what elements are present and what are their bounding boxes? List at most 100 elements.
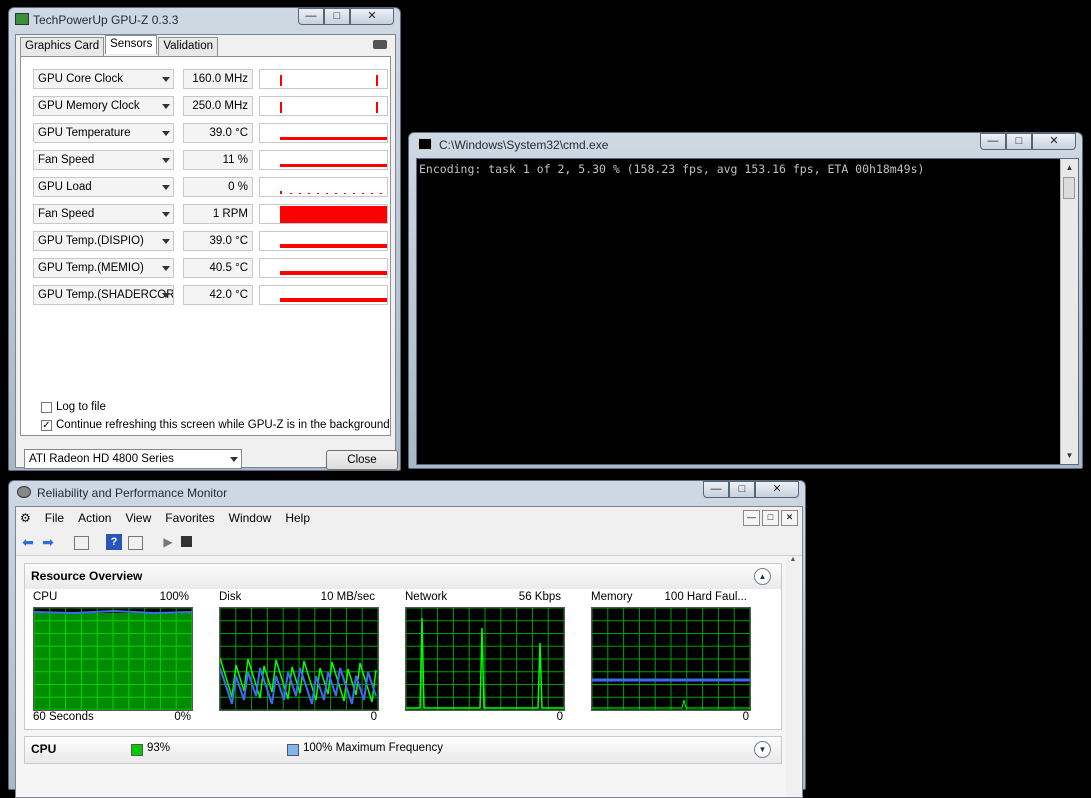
perfmon-titlebar[interactable]: Reliability and Performance Monitor — □ … — [9, 481, 805, 505]
sensor-row: Fan Speed 11 % — [33, 150, 388, 172]
sensor-value: 0 % — [183, 177, 253, 197]
mdi-close-button[interactable]: ✕ — [781, 510, 798, 526]
menu-action[interactable]: Action — [71, 511, 118, 525]
sensor-name-dropdown[interactable]: GPU Temp.(MEMIO) — [33, 258, 174, 278]
close-window-button[interactable]: ✕ — [755, 481, 799, 498]
scroll-down-icon[interactable]: ▼ — [1061, 447, 1078, 464]
menu-window[interactable]: Window — [222, 511, 279, 525]
back-arrow-icon[interactable]: ⬅ — [20, 534, 36, 550]
refresh-row[interactable]: ✓ Continue refreshing this screen while … — [41, 419, 390, 431]
sensor-name-dropdown[interactable]: GPU Load — [33, 177, 174, 197]
disk-graph-min: 0 — [370, 711, 377, 723]
console-output: Encoding: task 1 of 2, 5.30 % (158.23 fp… — [419, 162, 925, 176]
menu-file[interactable]: File — [38, 511, 71, 525]
stop-icon[interactable] — [179, 534, 195, 550]
content-scrollbar[interactable]: ▲ — [786, 556, 800, 797]
gpuz-client: Graphics Card Sensors Validation GPU Cor… — [15, 34, 398, 470]
maximize-button[interactable]: □ — [324, 8, 350, 25]
chevron-down-icon — [162, 104, 170, 109]
chevron-down-icon — [162, 239, 170, 244]
mdi-restore-button[interactable]: □ — [762, 510, 779, 526]
refresh-checkbox[interactable]: ✓ — [41, 419, 52, 431]
show-hide-tree-icon[interactable] — [74, 536, 89, 550]
sensor-graph — [259, 204, 388, 224]
gpuz-app-icon — [15, 13, 29, 25]
scroll-thumb[interactable] — [1063, 177, 1075, 199]
gpuz-tabs: Graphics Card Sensors Validation — [20, 35, 219, 56]
close-window-button[interactable]: ✕ — [1032, 133, 1076, 150]
resource-overview-header[interactable]: Resource Overview ▲ — [24, 563, 782, 591]
gpuz-title: TechPowerUp GPU-Z 0.3.3 — [33, 13, 179, 27]
graph-drawing — [219, 607, 379, 711]
chevron-down-icon — [162, 185, 170, 190]
scroll-up-icon[interactable]: ▲ — [1061, 159, 1078, 176]
expand-icon[interactable]: ▼ — [754, 741, 771, 758]
toolbar: ⬅ ➡ ? ▶ — [16, 529, 802, 556]
camera-icon[interactable] — [373, 40, 387, 49]
sensor-trace — [280, 191, 382, 194]
mdi-minimize-button[interactable]: — — [743, 510, 760, 526]
tab-graphics-card[interactable]: Graphics Card — [20, 37, 105, 56]
gpuz-caption-buttons: — □ ✕ — [298, 8, 394, 26]
sensor-name-dropdown[interactable]: GPU Temp.(SHADERCORE) — [33, 285, 174, 305]
close-button[interactable]: Close — [326, 450, 398, 470]
menu-help[interactable]: Help — [278, 511, 317, 525]
menu-favorites[interactable]: Favorites — [158, 511, 221, 525]
cpu-section-header[interactable]: CPU 93% 100% Maximum Frequency ▼ — [24, 736, 782, 764]
perfmon-title: Reliability and Performance Monitor — [37, 486, 228, 500]
sensor-name-dropdown[interactable]: Fan Speed — [33, 150, 174, 170]
perfmon-window: Reliability and Performance Monitor — □ … — [8, 480, 806, 798]
sensor-trace — [280, 298, 387, 302]
log-to-file-row[interactable]: Log to file — [41, 401, 106, 413]
sensor-name-dropdown[interactable]: GPU Temp.(DISPIO) — [33, 231, 174, 251]
tab-sensors[interactable]: Sensors — [105, 35, 158, 54]
gpu-select[interactable]: ATI Radeon HD 4800 Series — [24, 449, 242, 469]
cpu-graph-panel[interactable]: CPU 100% 60 Seconds 0% — [29, 589, 205, 729]
console-area[interactable]: Encoding: task 1 of 2, 5.30 % (158.23 fp… — [416, 158, 1079, 465]
chevron-down-icon — [162, 158, 170, 163]
graph-drawing — [405, 607, 565, 711]
memory-graph-panel[interactable]: Memory 100 Hard Faul... 0 — [587, 589, 763, 729]
network-graph-panel[interactable]: Network 56 Kbps 0 — [401, 589, 577, 729]
console-scrollbar[interactable]: ▲ ▼ — [1060, 159, 1078, 464]
sensor-value: 11 % — [183, 150, 253, 170]
cpu-usage-text: 93% — [147, 742, 171, 754]
gpuz-window: TechPowerUp GPU-Z 0.3.3 — □ ✕ Graphics C… — [8, 7, 401, 471]
disk-graph-panel[interactable]: Disk 10 MB/sec 0 — [215, 589, 391, 729]
sensor-name: GPU Temperature — [38, 127, 131, 139]
sensor-row: GPU Load 0 % — [33, 177, 388, 199]
mmc-icon[interactable]: ⚙ — [16, 511, 38, 525]
play-icon[interactable]: ▶ — [160, 534, 176, 550]
log-to-file-checkbox[interactable] — [41, 401, 52, 413]
minimize-button[interactable]: — — [703, 481, 729, 498]
scroll-up-icon[interactable]: ▲ — [786, 556, 800, 563]
mdi-buttons: — □ ✕ — [741, 510, 798, 526]
gpuz-titlebar[interactable]: TechPowerUp GPU-Z 0.3.3 — □ ✕ — [9, 8, 400, 32]
sensor-name-dropdown[interactable]: GPU Core Clock — [33, 69, 174, 89]
properties-icon[interactable] — [128, 536, 143, 550]
tab-validation[interactable]: Validation — [158, 37, 218, 56]
maximize-button[interactable]: □ — [1006, 133, 1032, 150]
cmd-title: C:\Windows\System32\cmd.exe — [439, 138, 609, 152]
maximize-button[interactable]: □ — [729, 481, 755, 498]
menu-view[interactable]: View — [118, 511, 158, 525]
cmd-titlebar[interactable]: C:\Windows\System32\cmd.exe — □ ✕ — [409, 133, 1082, 157]
resource-graphs: CPU 100% 60 Seconds 0% Disk 10 MB/sec 0 Network… — [24, 589, 782, 730]
collapse-icon[interactable]: ▲ — [754, 568, 771, 585]
close-window-button[interactable]: ✕ — [350, 8, 394, 25]
cmd-app-icon — [418, 138, 432, 150]
sensor-trace — [280, 206, 387, 223]
chevron-down-icon — [162, 77, 170, 82]
sensor-name-dropdown[interactable]: GPU Temperature — [33, 123, 174, 143]
minimize-button[interactable]: — — [298, 8, 324, 25]
help-icon[interactable]: ? — [106, 534, 122, 550]
minimize-button[interactable]: — — [980, 133, 1006, 150]
sensor-row: GPU Temp.(MEMIO) 40.5 °C — [33, 258, 388, 280]
network-graph-min: 0 — [556, 711, 563, 723]
sensor-row: GPU Temp.(DISPIO) 39.0 °C — [33, 231, 388, 253]
sensor-trace — [280, 75, 378, 86]
sensor-name-dropdown[interactable]: Fan Speed — [33, 204, 174, 224]
memory-graph-plot — [591, 607, 751, 711]
forward-arrow-icon[interactable]: ➡ — [40, 534, 56, 550]
sensor-name-dropdown[interactable]: GPU Memory Clock — [33, 96, 174, 116]
